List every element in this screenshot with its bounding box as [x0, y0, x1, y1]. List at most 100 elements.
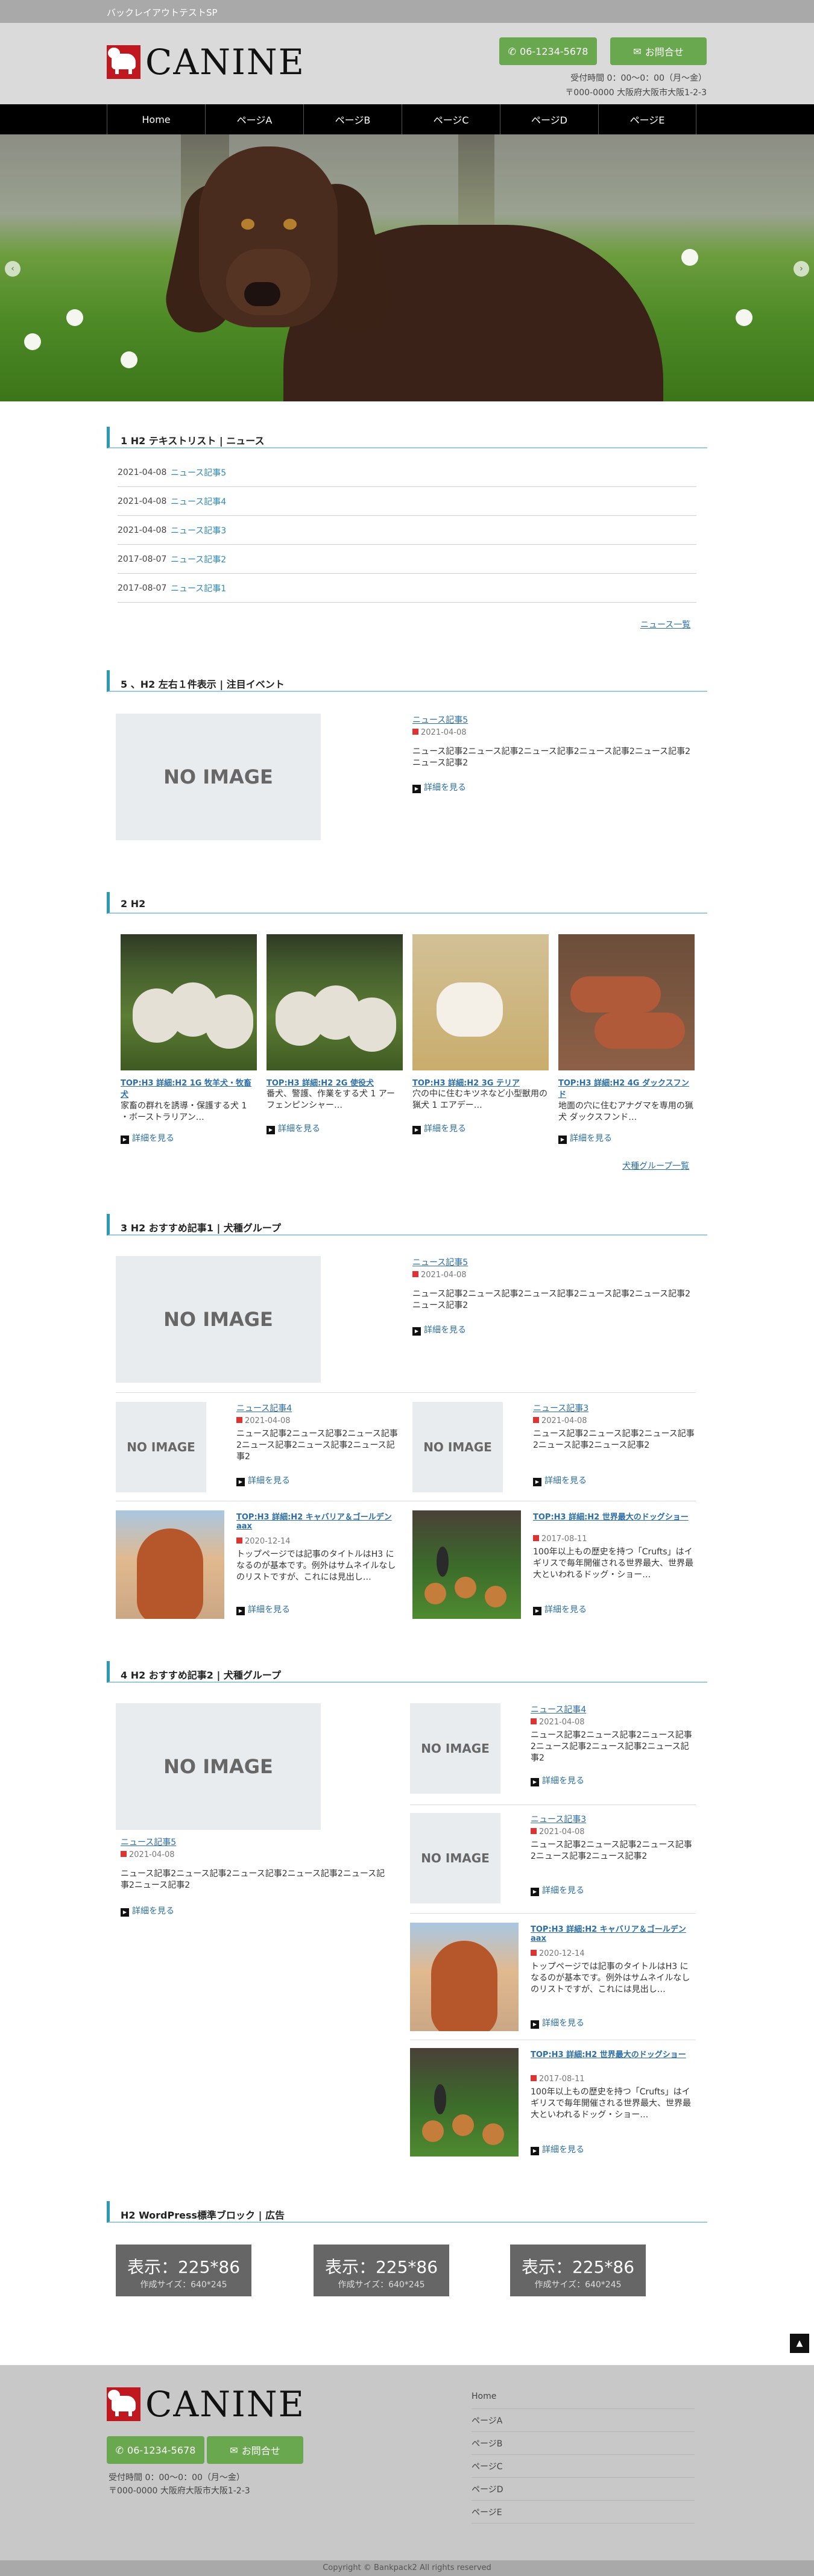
- no-image-placeholder[interactable]: NO IMAGE: [116, 1256, 321, 1383]
- detail-link[interactable]: 詳細を見る: [236, 1603, 290, 1615]
- logo-text: CANINE: [145, 42, 306, 83]
- phone-icon: ✆: [115, 2444, 124, 2456]
- post-title-text-suffix: aax: [236, 1522, 252, 1531]
- detail-link[interactable]: 詳細を見る: [531, 2143, 584, 2155]
- nav-page-d[interactable]: ページD: [500, 104, 598, 134]
- card-excerpt: 穴の中に住むキツネなど小型獣用の猟犬 1 エアデー…: [412, 1089, 547, 1110]
- post-date: 2021-04-08: [533, 1416, 587, 1425]
- no-image-placeholder[interactable]: NO IMAGE: [410, 1703, 500, 1794]
- no-image-placeholder[interactable]: NO IMAGE: [116, 1402, 206, 1492]
- detail-link[interactable]: 詳細を見る: [533, 1474, 587, 1486]
- post-title-link[interactable]: ニュース記事3: [533, 1402, 588, 1414]
- divider: [472, 2454, 695, 2455]
- post-title-link[interactable]: TOP:H3 詳細:H2 キャバリア＆ゴールデンaax: [531, 1923, 696, 1943]
- nav-page-a[interactable]: ページA: [205, 104, 303, 134]
- no-image-placeholder[interactable]: NO IMAGE: [116, 714, 321, 840]
- section-heading-ads: H2 WordPress標準ブロック | 広告: [107, 2201, 707, 2223]
- card-title-link[interactable]: TOP:H3 詳細:H2 2G 使役犬: [267, 1076, 403, 1088]
- detail-link[interactable]: 詳細を見る: [121, 1132, 174, 1144]
- post-excerpt: ニュース記事2ニュース記事2ニュース記事2ニュース記事2ニュース記事2ニュース記…: [412, 1289, 691, 1310]
- news-link[interactable]: ニュース記事1: [171, 582, 226, 594]
- news-link[interactable]: ニュース記事2: [171, 553, 226, 565]
- detail-link[interactable]: 詳細を見る: [533, 1603, 587, 1615]
- post-title-link[interactable]: ニュース記事5: [412, 1256, 468, 1268]
- no-image-placeholder[interactable]: NO IMAGE: [410, 1813, 500, 1903]
- footer-nav-page-c[interactable]: ページC: [472, 2460, 503, 2472]
- post-date: 2021-04-08: [531, 1718, 585, 1727]
- news-link[interactable]: ニュース記事3: [171, 524, 226, 536]
- post-title-link[interactable]: TOP:H3 詳細:H2 キャバリア＆ゴールデンaax: [236, 1510, 399, 1531]
- divider: [116, 1392, 696, 1393]
- logo-text: CANINE: [145, 2384, 306, 2425]
- dog-logo-icon: [107, 2387, 140, 2421]
- footer-nav-page-e[interactable]: ページE: [472, 2506, 502, 2518]
- phone-number: 06-1234-5678: [127, 2444, 196, 2456]
- contact-button[interactable]: ✉ お問合せ: [207, 2436, 303, 2464]
- phone-button[interactable]: ✆ 06-1234-5678: [499, 37, 597, 65]
- contact-label: お問合せ: [645, 46, 684, 58]
- post-title-link[interactable]: ニュース記事4: [236, 1402, 292, 1414]
- footer-nav-page-a[interactable]: ページA: [472, 2414, 502, 2427]
- detail-link[interactable]: 詳細を見る: [267, 1122, 320, 1134]
- dog-show-photo[interactable]: [410, 2048, 519, 2157]
- cavalier-photo[interactable]: [116, 1510, 224, 1619]
- footer-nav-page-b[interactable]: ページB: [472, 2437, 502, 2449]
- cavalier-photo[interactable]: [410, 1923, 519, 2031]
- post-title-link[interactable]: ニュース記事4: [531, 1703, 586, 1715]
- nav-home[interactable]: Home: [107, 104, 205, 134]
- ad-source-size: 作成サイズ：640*245: [140, 2280, 227, 2290]
- terrier-photo[interactable]: [412, 934, 549, 1070]
- detail-link[interactable]: 詳細を見る: [121, 1905, 174, 1917]
- ad-banner[interactable]: 表示：225*86 作成サイズ：640*245: [116, 2245, 251, 2296]
- card-title-link[interactable]: TOP:H3 詳細:H2 1G 牧羊犬・牧畜犬: [121, 1076, 257, 1099]
- dachshund-photo[interactable]: [558, 934, 695, 1070]
- detail-link[interactable]: 詳細を見る: [236, 1474, 290, 1486]
- no-image-placeholder[interactable]: NO IMAGE: [116, 1703, 321, 1830]
- slider-next-icon[interactable]: ›: [793, 261, 809, 277]
- ad-banner[interactable]: 表示：225*86 作成サイズ：640*245: [510, 2245, 646, 2296]
- site-header: CANINE ✆ 06-1234-5678 ✉ お問合せ 受付時間 0：00～0：0…: [0, 23, 814, 104]
- news-link[interactable]: ニュース記事5: [171, 467, 226, 479]
- post-title-link[interactable]: TOP:H3 詳細:H2 世界最大のドッグショー: [533, 1510, 696, 1522]
- detail-link[interactable]: 詳細を見る: [412, 1324, 466, 1336]
- detail-link[interactable]: 詳細を見る: [412, 1122, 466, 1134]
- post-title-link[interactable]: ニュース記事5: [121, 1836, 176, 1848]
- sheep-photo[interactable]: [267, 934, 403, 1070]
- address: 〒000-0000 大阪府大阪市大阪1-2-3: [565, 88, 707, 98]
- card-title-link[interactable]: TOP:H3 詳細:H2 4G ダックスフンド: [558, 1076, 695, 1099]
- nav-page-e[interactable]: ページE: [598, 104, 696, 134]
- card-title-link[interactable]: TOP:H3 詳細:H2 3G テリア: [412, 1076, 549, 1088]
- post-title-link[interactable]: ニュース記事3: [531, 1813, 586, 1825]
- detail-link[interactable]: 詳細を見る: [531, 1884, 584, 1896]
- news-list-link[interactable]: ニュース一覧: [640, 618, 690, 630]
- post-excerpt: トップページでは記事のタイトルはH3 になるのが基本です。例外はサムネイルなしの…: [531, 1962, 690, 1994]
- footer-nav-home[interactable]: Home: [472, 2392, 496, 2401]
- dog-eye: [283, 219, 297, 230]
- post-date: 2021-04-08: [412, 1271, 467, 1280]
- phone-button[interactable]: ✆ 06-1234-5678: [107, 2436, 204, 2464]
- dog-show-photo[interactable]: [412, 1510, 521, 1619]
- ad-banner[interactable]: 表示：225*86 作成サイズ：640*245: [314, 2245, 449, 2296]
- section-heading-recommend1: 3 H2 おすすめ記事1 | 犬種グループ: [107, 1214, 707, 1236]
- detail-link[interactable]: 詳細を見る: [558, 1132, 612, 1144]
- slider-prev-icon[interactable]: ‹: [5, 261, 21, 277]
- detail-link[interactable]: 詳細を見る: [412, 781, 466, 793]
- sheep-photo[interactable]: [121, 934, 257, 1070]
- footer-logo[interactable]: CANINE: [107, 2387, 305, 2422]
- post-title-link[interactable]: ニュース記事5: [412, 714, 468, 726]
- contact-button[interactable]: ✉ お問合せ: [610, 37, 707, 65]
- post-excerpt: ニュース記事2ニュース記事2ニュース記事2ニュース記事2ニュース記事2ニュース記…: [121, 1869, 385, 1890]
- no-image-placeholder[interactable]: NO IMAGE: [412, 1402, 503, 1492]
- nav-page-c[interactable]: ページC: [402, 104, 500, 134]
- card-excerpt: 番犬、警護、作業をする犬 1 アーフェンピンシャー…: [267, 1089, 395, 1110]
- dog-group-list-link[interactable]: 犬種グループ一覧: [622, 1160, 689, 1172]
- nav-page-b[interactable]: ページB: [303, 104, 402, 134]
- scroll-to-top-icon[interactable]: ▲: [790, 2334, 809, 2353]
- detail-link[interactable]: 詳細を見る: [531, 2017, 584, 2029]
- detail-link[interactable]: 詳細を見る: [531, 1774, 584, 1786]
- post-title-link[interactable]: TOP:H3 詳細:H2 世界最大のドッグショー: [531, 2048, 696, 2059]
- site-logo[interactable]: CANINE: [107, 45, 305, 80]
- post-excerpt: トップページでは記事のタイトルはH3 になるのが基本です。例外はサムネイルなしの…: [236, 1550, 396, 1582]
- footer-nav-page-d[interactable]: ページD: [472, 2483, 503, 2495]
- news-link[interactable]: ニュース記事4: [171, 495, 226, 507]
